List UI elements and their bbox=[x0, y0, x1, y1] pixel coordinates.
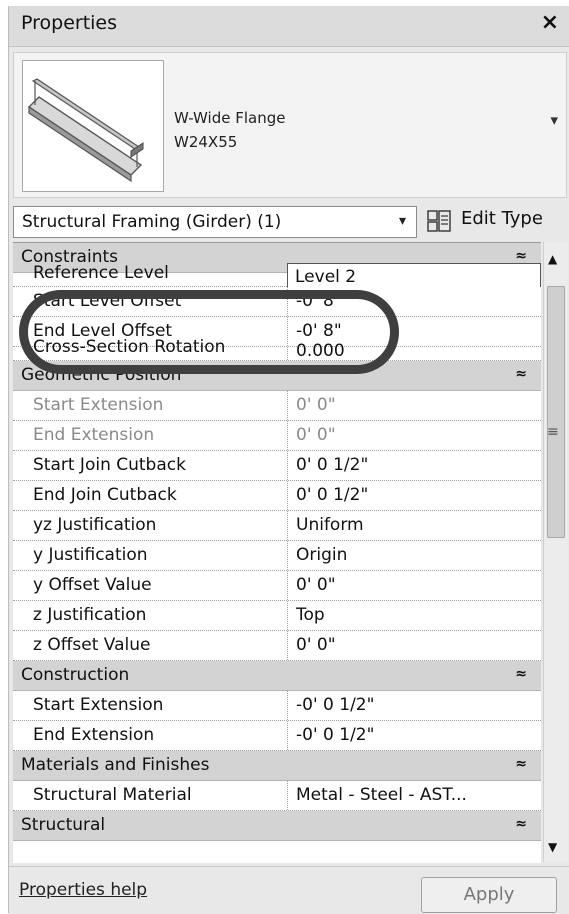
property-row[interactable]: Reference Level Level 2 bbox=[13, 263, 541, 292]
property-label: Start Join Cutback bbox=[33, 455, 186, 475]
group-label: Construction bbox=[21, 665, 130, 685]
vertical-scrollbar[interactable]: ▲ ≡ ▼ bbox=[543, 242, 568, 862]
property-label: z Justification bbox=[33, 605, 147, 625]
type-family-name: W-Wide Flange bbox=[174, 109, 286, 127]
type-selector[interactable]: W-Wide Flange W24X55 ▾ bbox=[13, 52, 567, 198]
scroll-thumb[interactable] bbox=[547, 286, 565, 538]
property-value-field[interactable]: 0' 0" bbox=[287, 631, 541, 660]
property-row[interactable]: z Offset Value 0' 0" bbox=[13, 631, 541, 661]
property-label: End Join Cutback bbox=[33, 485, 177, 505]
property-row[interactable]: End Extension -0' 0 1/2" bbox=[13, 721, 541, 751]
property-label: Reference Level bbox=[33, 263, 169, 283]
collapse-icon[interactable]: ≈ bbox=[515, 816, 527, 832]
property-label: y Offset Value bbox=[33, 575, 152, 595]
property-value-field: 0' 0" bbox=[287, 421, 541, 450]
group-header-geometric-position[interactable]: Geometric Position ≈ bbox=[13, 361, 541, 391]
collapse-icon[interactable]: ≈ bbox=[515, 756, 527, 772]
palette-footer: Properties help Apply bbox=[9, 866, 569, 914]
property-row[interactable]: End Join Cutback 0' 0 1/2" bbox=[13, 481, 541, 511]
group-header-construction[interactable]: Construction ≈ bbox=[13, 661, 541, 691]
property-value-field[interactable]: Top bbox=[287, 601, 541, 630]
edit-type-button[interactable]: Edit Type bbox=[427, 204, 569, 238]
property-label: Start Level Offset bbox=[33, 291, 182, 311]
property-row[interactable]: z Justification Top bbox=[13, 601, 541, 631]
property-value-field[interactable]: -0' 8" bbox=[287, 287, 541, 316]
property-label: Start Extension bbox=[33, 395, 164, 415]
property-row[interactable]: Start Extension -0' 0 1/2" bbox=[13, 691, 541, 721]
chevron-down-icon[interactable]: ▾ bbox=[399, 213, 406, 229]
group-label: Structural bbox=[21, 815, 106, 835]
filter-value: Structural Framing (Girder) (1) bbox=[22, 212, 282, 232]
group-label: Geometric Position bbox=[21, 365, 182, 385]
collapse-icon[interactable]: ≈ bbox=[515, 366, 527, 382]
title-bar[interactable]: Properties × bbox=[9, 6, 569, 47]
property-value-field[interactable]: -0' 0 1/2" bbox=[287, 721, 541, 750]
steel-beam-icon bbox=[22, 60, 164, 192]
palette-title: Properties bbox=[21, 12, 118, 34]
edit-type-icon bbox=[427, 210, 451, 232]
property-row[interactable]: y Offset Value 0' 0" bbox=[13, 571, 541, 601]
instance-filter-dropdown[interactable]: Structural Framing (Girder) (1) ▾ bbox=[13, 206, 417, 238]
collapse-icon[interactable]: ≈ bbox=[515, 666, 527, 682]
property-label: yz Justification bbox=[33, 515, 157, 535]
apply-button[interactable]: Apply bbox=[421, 877, 557, 913]
property-label: Cross-Section Rotation bbox=[33, 337, 226, 357]
chevron-down-icon[interactable]: ▾ bbox=[550, 111, 558, 129]
properties-grid: Constraints ≈ Reference Level Level 2 St… bbox=[13, 242, 541, 863]
group-header-structural[interactable]: Structural ≈ bbox=[13, 811, 541, 841]
property-label: y Justification bbox=[33, 545, 148, 565]
property-value-field[interactable]: 0' 0 1/2" bbox=[287, 451, 541, 480]
property-label: End Extension bbox=[33, 425, 155, 445]
property-row[interactable]: Start Level Offset -0' 8" bbox=[13, 287, 541, 317]
property-row[interactable]: Start Join Cutback 0' 0 1/2" bbox=[13, 451, 541, 481]
property-value-field[interactable]: 0' 0" bbox=[287, 571, 541, 600]
property-value-field[interactable]: -0' 0 1/2" bbox=[287, 691, 541, 720]
property-row[interactable]: Cross-Section Rotation 0.000 bbox=[13, 337, 541, 366]
scroll-down-icon[interactable]: ▼ bbox=[548, 840, 557, 854]
group-label: Materials and Finishes bbox=[21, 755, 210, 775]
group-header-materials-and-finishes[interactable]: Materials and Finishes ≈ bbox=[13, 751, 541, 781]
property-row[interactable]: yz Justification Uniform bbox=[13, 511, 541, 541]
property-row[interactable]: y Justification Origin bbox=[13, 541, 541, 571]
property-label: z Offset Value bbox=[33, 635, 151, 655]
properties-help-link[interactable]: Properties help bbox=[19, 880, 147, 900]
grip-icon: ≡ bbox=[547, 424, 559, 440]
type-name: W24X55 bbox=[174, 133, 238, 151]
scroll-up-icon[interactable]: ▲ bbox=[548, 252, 557, 266]
property-label: Start Extension bbox=[33, 695, 164, 715]
property-value-field[interactable]: Uniform bbox=[287, 511, 541, 540]
property-value-field[interactable]: Origin bbox=[287, 541, 541, 570]
property-value-field: 0' 0" bbox=[287, 391, 541, 420]
property-row[interactable]: End Extension 0' 0" bbox=[13, 421, 541, 451]
close-icon[interactable]: × bbox=[541, 10, 559, 35]
collapse-icon[interactable]: ≈ bbox=[515, 248, 527, 264]
property-label: Structural Material bbox=[33, 785, 192, 805]
property-label: End Extension bbox=[33, 725, 155, 745]
property-value-field[interactable]: Metal - Steel - AST... bbox=[287, 781, 541, 810]
edit-type-label: Edit Type bbox=[461, 208, 543, 229]
property-row[interactable]: Start Extension 0' 0" bbox=[13, 391, 541, 421]
property-row[interactable]: Structural Material Metal - Steel - AST.… bbox=[13, 781, 541, 811]
properties-palette: Properties × W-Wide Flange W24X55 ▾ Stru… bbox=[8, 6, 569, 914]
property-value-field[interactable]: 0' 0 1/2" bbox=[287, 481, 541, 510]
